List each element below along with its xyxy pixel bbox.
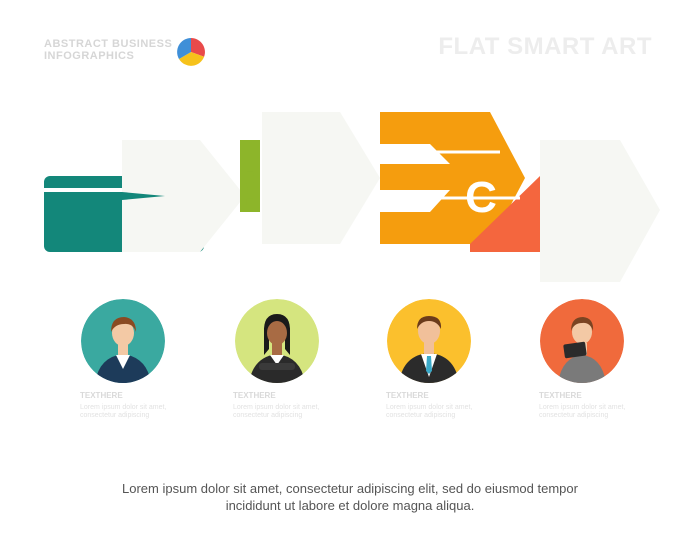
step-body-2a: Lorem ipsum dolor sit amet, (233, 404, 320, 411)
step-body-4a: Lorem ipsum dolor sit amet, (539, 404, 626, 411)
footer-caption: Lorem ipsum dolor sit amet, consectetur … (90, 480, 610, 514)
step-title-3: TEXTHERE (386, 391, 429, 400)
step-text-3: TEXTHERE Lorem ipsum dolor sit amet, con… (386, 392, 481, 420)
step-body-3a: Lorem ipsum dolor sit amet, (386, 404, 473, 411)
step-letter-orange: C (465, 173, 497, 222)
step-body-4b: consectetur adipiscing (539, 412, 609, 419)
step-body-2b: consectetur adipiscing (233, 412, 303, 419)
step-body-1b: consectetur adipiscing (80, 412, 150, 419)
step-text-1: TEXTHERE Lorem ipsum dolor sit amet, con… (80, 392, 175, 420)
person-avatar-2 (235, 299, 319, 383)
person-avatar-3 (387, 299, 471, 383)
step-arrow-3 (540, 140, 660, 282)
person-avatar-1 (81, 299, 165, 383)
step-text-2: TEXTHERE Lorem ipsum dolor sit amet, con… (233, 392, 328, 420)
step-text-4: TEXTHERE Lorem ipsum dolor sit amet, con… (539, 392, 634, 420)
step-title-4: TEXTHERE (539, 391, 582, 400)
person-avatar-4 (540, 299, 624, 383)
step-orange-shape (380, 112, 540, 252)
process-arrows: ! C (44, 112, 660, 282)
step-body-3b: consectetur adipiscing (386, 412, 456, 419)
footer-line-2: incididunt ut labore et dolore magna ali… (225, 498, 475, 513)
step-body-1a: Lorem ipsum dolor sit amet, (80, 404, 167, 411)
step-arrow-2 (262, 112, 380, 244)
step-title-2: TEXTHERE (233, 391, 276, 400)
step-title-1: TEXTHERE (80, 391, 123, 400)
footer-line-1: Lorem ipsum dolor sit amet, consectetur … (122, 481, 578, 496)
step-letter-green: ! (242, 163, 258, 216)
